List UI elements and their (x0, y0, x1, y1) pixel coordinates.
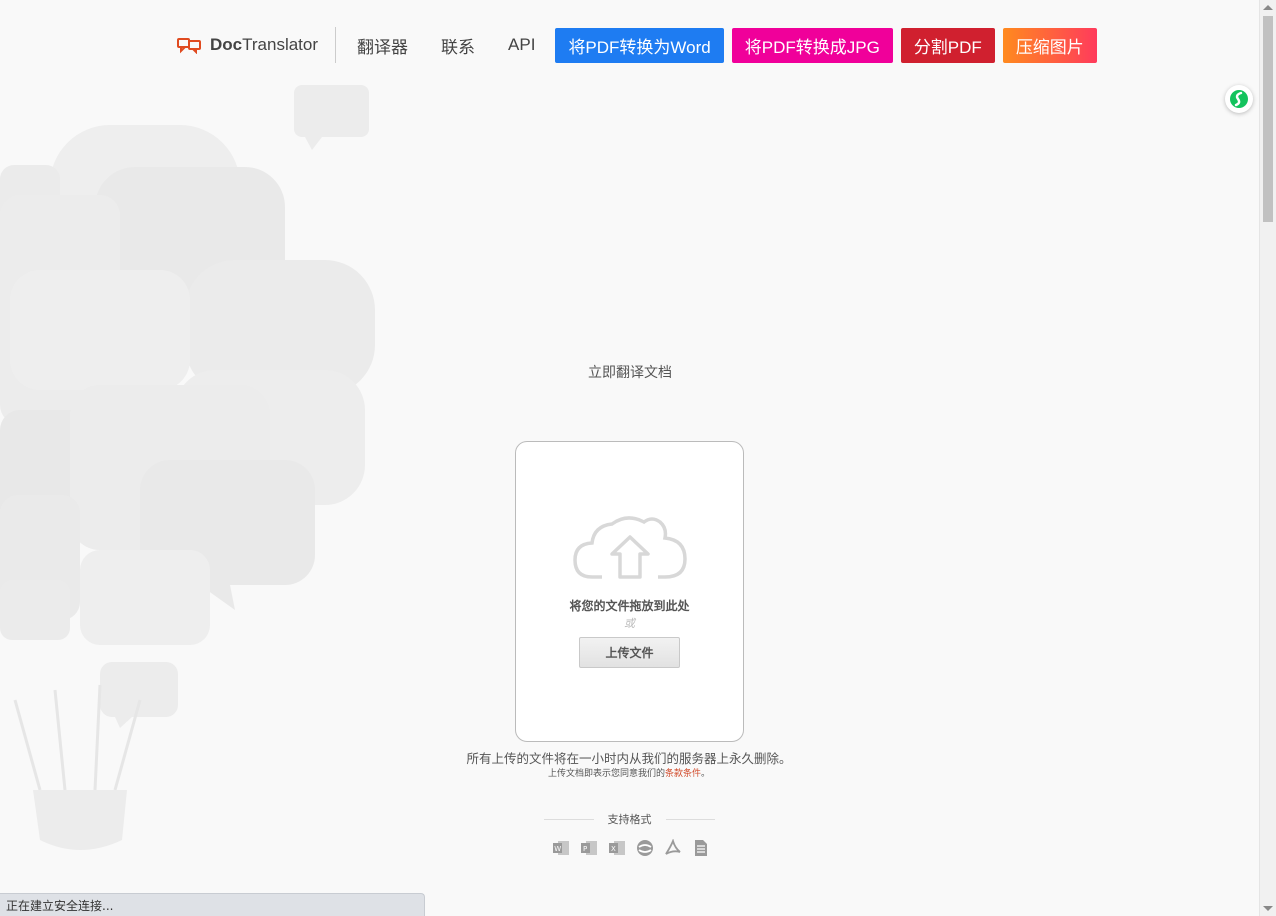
terms-link[interactable]: 条款条件 (665, 769, 701, 779)
cloud-upload-icon (573, 516, 687, 579)
or-separator: 或 (624, 617, 635, 630)
drop-instructions: 将您的文件拖放到此处 (569, 599, 690, 613)
opendocument-icon (636, 839, 654, 857)
nav-api[interactable]: API (508, 35, 535, 55)
supported-formats-title: 支持格式 (544, 811, 715, 827)
format-icon-list: W P X (552, 839, 720, 857)
nav-translator[interactable]: 翻译器 (357, 33, 408, 58)
logo-text: DocTranslator (210, 35, 319, 54)
excel-icon: X (608, 839, 626, 857)
top-navigation: DocTranslator 翻译器 联系 API 将PDF转换为Word 将PD… (176, 27, 1097, 63)
pdf-to-word-button[interactable]: 将PDF转换为Word (555, 27, 724, 63)
page-title: 立即翻译文档 (588, 365, 672, 381)
extension-badge[interactable] (1225, 85, 1253, 113)
svg-text:W: W (554, 845, 561, 853)
nav-contact[interactable]: 联系 (441, 33, 475, 58)
swirl-icon (1230, 90, 1248, 108)
scroll-down-arrow[interactable] (1263, 906, 1273, 911)
deletion-notice: 所有上传的文件将在一小时内从我们的服务器上永久删除。 (466, 751, 792, 766)
powerpoint-icon: P (580, 839, 598, 857)
logo-icon (177, 38, 201, 54)
compress-image-button[interactable]: 压缩图片 (1002, 27, 1097, 63)
vertical-scrollbar[interactable] (1259, 0, 1276, 916)
split-pdf-button[interactable]: 分割PDF (900, 27, 995, 63)
pdf-to-jpg-button[interactable]: 将PDF转换成JPG (731, 27, 893, 63)
file-drop-zone[interactable]: 将您的文件拖放到此处 或 上传文件 (515, 441, 744, 742)
svg-text:P: P (583, 845, 587, 853)
upload-file-button[interactable]: 上传文件 (579, 637, 680, 668)
scroll-thumb[interactable] (1263, 16, 1273, 222)
word-icon: W (552, 839, 570, 857)
pdf-icon (664, 839, 682, 857)
svg-text:X: X (611, 845, 616, 853)
browser-status-bar: 正在建立安全连接... (0, 893, 425, 916)
scroll-up-arrow[interactable] (1263, 5, 1273, 10)
terms-notice: 上传文档即表示您同意我们的条款条件。 (547, 769, 711, 779)
logo[interactable]: DocTranslator (176, 27, 337, 63)
text-file-icon (692, 839, 710, 857)
